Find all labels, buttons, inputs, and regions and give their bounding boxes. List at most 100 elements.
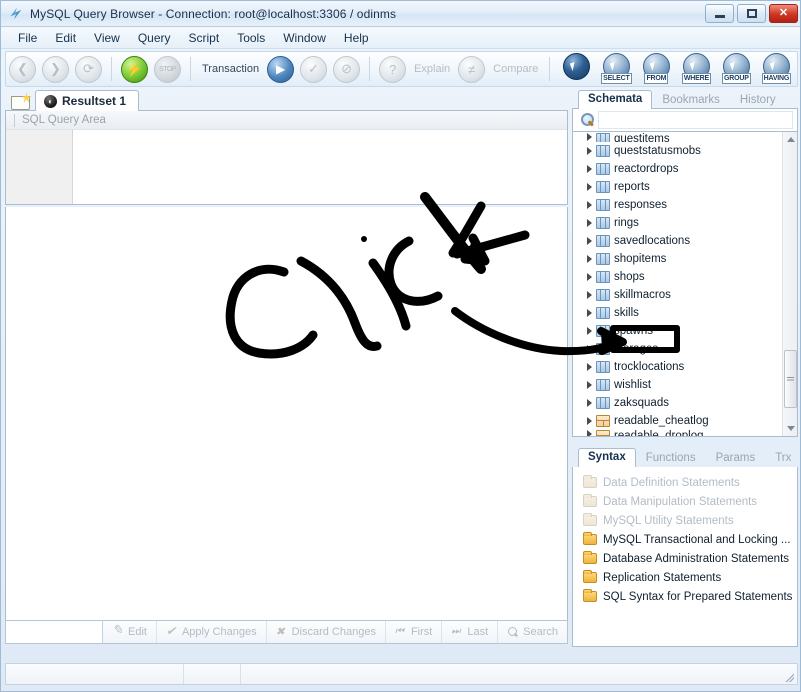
expand-arrow-icon[interactable] bbox=[587, 237, 592, 245]
expand-arrow-icon[interactable] bbox=[587, 327, 592, 335]
tree-item-trocklocations[interactable]: trocklocations bbox=[573, 358, 782, 376]
menu-tools[interactable]: Tools bbox=[228, 29, 274, 47]
tree-item-storages[interactable]: storages bbox=[573, 340, 782, 358]
tree-item-label: responses bbox=[614, 199, 668, 211]
tree-item[interactable]: readable_droplog bbox=[573, 430, 782, 436]
where-button[interactable]: WHERE bbox=[677, 53, 715, 85]
expand-arrow-icon[interactable] bbox=[587, 291, 592, 299]
start-transaction-button[interactable]: ▶ bbox=[267, 55, 295, 83]
syntax-item-replication[interactable]: Replication Statements bbox=[583, 568, 797, 587]
tree-item-skills[interactable]: skills bbox=[573, 304, 782, 322]
expand-arrow-icon[interactable] bbox=[587, 399, 592, 407]
having-button[interactable]: HAVING bbox=[757, 53, 795, 85]
discard-changes-button[interactable]: Discard Changes bbox=[267, 621, 386, 643]
tree-item-zaksquads[interactable]: zaksquads bbox=[573, 394, 782, 412]
edit-button-label: Edit bbox=[128, 626, 147, 638]
schemata-search-input[interactable] bbox=[598, 111, 793, 129]
scrollbar-thumb[interactable] bbox=[784, 350, 797, 408]
expand-arrow-icon[interactable] bbox=[587, 201, 592, 209]
first-button[interactable]: First bbox=[386, 621, 443, 643]
minimize-button[interactable] bbox=[705, 4, 734, 23]
menu-file[interactable]: File bbox=[9, 29, 46, 47]
expand-arrow-icon[interactable] bbox=[587, 255, 592, 263]
tree-item-reactordrops[interactable]: reactordrops bbox=[573, 160, 782, 178]
syntax-item-label: Database Administration Statements bbox=[603, 552, 790, 565]
back-button[interactable]: ❮ bbox=[9, 55, 36, 83]
expand-arrow-icon[interactable] bbox=[587, 273, 592, 281]
tree-item-shopitems[interactable]: shopitems bbox=[573, 250, 782, 268]
menu-view[interactable]: View bbox=[85, 29, 129, 47]
explain-button[interactable]: ? Explain bbox=[376, 55, 455, 83]
tab-params[interactable]: Params bbox=[706, 450, 766, 467]
execute-button[interactable]: ⚡ bbox=[121, 55, 148, 83]
tab-history[interactable]: History bbox=[730, 92, 786, 109]
tab-schemata[interactable]: Schemata bbox=[578, 90, 653, 109]
rollback-button[interactable]: ⊘ bbox=[333, 55, 361, 83]
expand-arrow-icon[interactable] bbox=[587, 147, 592, 155]
edit-button[interactable]: Edit bbox=[103, 621, 157, 643]
tab-functions[interactable]: Functions bbox=[636, 450, 706, 467]
menu-help[interactable]: Help bbox=[335, 29, 378, 47]
menu-window[interactable]: Window bbox=[274, 29, 335, 47]
tree-item[interactable]: questitems bbox=[573, 133, 782, 142]
resultset-grid[interactable] bbox=[5, 207, 568, 643]
schemata-scrollbar[interactable] bbox=[782, 132, 797, 436]
expand-arrow-icon[interactable] bbox=[587, 219, 592, 227]
tab-bookmarks[interactable]: Bookmarks bbox=[652, 92, 730, 109]
close-button[interactable]: ✕ bbox=[769, 4, 798, 23]
compare-button[interactable]: ≠ Compare bbox=[455, 55, 543, 83]
forward-button[interactable]: ❯ bbox=[42, 55, 69, 83]
tree-item-spawns[interactable]: spawns bbox=[573, 322, 782, 340]
search-button[interactable]: Search bbox=[498, 621, 567, 643]
syntax-item-data-manipulation[interactable]: Data Manipulation Statements bbox=[583, 492, 797, 511]
tree-item-savedlocations[interactable]: savedlocations bbox=[573, 232, 782, 250]
tree-item-wishlist[interactable]: wishlist bbox=[573, 376, 782, 394]
stop-button[interactable]: STOP bbox=[154, 55, 181, 83]
expand-arrow-icon[interactable] bbox=[587, 381, 592, 389]
rollback-icon: ⊘ bbox=[341, 61, 353, 76]
syntax-item-database-administration[interactable]: Database Administration Statements bbox=[583, 549, 797, 568]
resize-grip-icon[interactable] bbox=[782, 670, 794, 682]
select-button[interactable]: SELECT bbox=[597, 53, 635, 85]
magnifier-icon[interactable] bbox=[580, 112, 596, 128]
apply-changes-button[interactable]: Apply Changes bbox=[157, 621, 267, 643]
pointer-button[interactable] bbox=[557, 53, 595, 85]
expand-arrow-icon[interactable] bbox=[587, 183, 592, 191]
tree-item-rings[interactable]: rings bbox=[573, 214, 782, 232]
refresh-button[interactable]: ⟳ bbox=[75, 55, 102, 83]
tree-item-reports[interactable]: reports bbox=[573, 178, 782, 196]
maximize-button[interactable] bbox=[737, 4, 766, 23]
last-button[interactable]: Last bbox=[442, 621, 499, 643]
group-button-label: GROUP bbox=[722, 73, 751, 84]
scroll-down-icon[interactable] bbox=[785, 423, 796, 434]
expand-arrow-icon[interactable] bbox=[587, 363, 592, 371]
syntax-item-data-definition[interactable]: Data Definition Statements bbox=[583, 473, 797, 492]
syntax-item-mysql-utility[interactable]: MySQL Utility Statements bbox=[583, 511, 797, 530]
expand-arrow-icon[interactable] bbox=[587, 417, 592, 425]
menu-query[interactable]: Query bbox=[129, 29, 180, 47]
expand-arrow-icon[interactable] bbox=[587, 430, 592, 436]
tab-trx[interactable]: Trx bbox=[765, 450, 800, 467]
syntax-item-prepared-statements[interactable]: SQL Syntax for Prepared Statements bbox=[583, 587, 797, 606]
expand-arrow-icon[interactable] bbox=[587, 345, 592, 353]
tree-item-shops[interactable]: shops bbox=[573, 268, 782, 286]
sql-editor-input[interactable] bbox=[73, 130, 567, 204]
resultset-filter-input[interactable] bbox=[6, 621, 103, 643]
tree-item-skillmacros[interactable]: skillmacros bbox=[573, 286, 782, 304]
tab-resultset-1[interactable]: ◐ Resultset 1 bbox=[35, 90, 140, 111]
menu-edit[interactable]: Edit bbox=[46, 29, 85, 47]
syntax-item-transactional-locking[interactable]: MySQL Transactional and Locking ... bbox=[583, 530, 797, 549]
commit-button[interactable]: ✓ bbox=[300, 55, 328, 83]
menu-script[interactable]: Script bbox=[180, 29, 229, 47]
tab-syntax[interactable]: Syntax bbox=[578, 448, 636, 467]
scroll-up-icon[interactable] bbox=[785, 134, 796, 145]
tree-item-readable-cheatlog[interactable]: readable_cheatlog bbox=[573, 412, 782, 430]
from-button[interactable]: FROM bbox=[637, 53, 675, 85]
new-script-tab-icon[interactable] bbox=[11, 93, 32, 110]
expand-arrow-icon[interactable] bbox=[587, 165, 592, 173]
expand-arrow-icon[interactable] bbox=[587, 309, 592, 317]
tree-item-queststatusmobs[interactable]: queststatusmobs bbox=[573, 142, 782, 160]
tree-item-responses[interactable]: responses bbox=[573, 196, 782, 214]
group-button[interactable]: GROUP bbox=[717, 53, 755, 85]
expand-arrow-icon[interactable] bbox=[587, 133, 592, 141]
